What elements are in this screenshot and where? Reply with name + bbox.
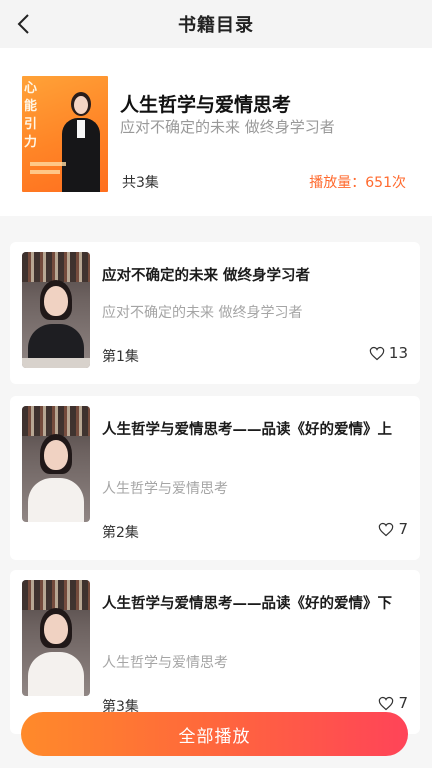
list-item[interactable]: 人生哲学与爱情思考——品读《好的爱情》下 人生哲学与爱情思考 第3集 7: [10, 570, 420, 734]
chevron-left-icon: [17, 14, 29, 34]
episode-subtitle: 人生哲学与爱情思考: [102, 655, 228, 671]
episode-title: 人生哲学与爱情思考——品读《好的爱情》上: [102, 422, 392, 438]
cover-decoration: [30, 162, 66, 166]
page: 书籍目录 心能引力 人生哲学与爱情思考 应对不确定的未来 做终身学习者 共3集 …: [0, 0, 432, 768]
book-subtitle: 应对不确定的未来 做终身学习者: [120, 118, 335, 136]
page-title: 书籍目录: [178, 15, 254, 36]
cover-person: [58, 84, 104, 192]
list-item[interactable]: 人生哲学与爱情思考——品读《好的爱情》上 人生哲学与爱情思考 第2集 7: [10, 396, 420, 560]
cover-decoration: [30, 170, 60, 174]
episode-number: 第1集: [102, 349, 139, 365]
like-count: 13: [388, 344, 408, 362]
heart-icon: [369, 346, 385, 360]
book-cover[interactable]: 心能引力: [22, 76, 108, 192]
like-button[interactable]: 7: [378, 520, 408, 538]
like-count: 7: [398, 520, 408, 538]
episode-count: 共3集: [122, 175, 159, 191]
episode-subtitle: 人生哲学与爱情思考: [102, 481, 228, 497]
like-count: 7: [398, 694, 408, 712]
list-item[interactable]: 应对不确定的未来 做终身学习者 应对不确定的未来 做终身学习者 第1集 13: [10, 242, 420, 384]
top-bar: 书籍目录: [0, 0, 432, 48]
episode-thumbnail: [22, 406, 90, 522]
episode-thumbnail: [22, 252, 90, 368]
episode-number: 第2集: [102, 525, 139, 541]
back-button[interactable]: [10, 10, 38, 38]
play-all-button[interactable]: 全部播放: [21, 712, 408, 756]
episode-subtitle: 应对不确定的未来 做终身学习者: [102, 305, 303, 321]
episode-title: 应对不确定的未来 做终身学习者: [102, 268, 311, 284]
episode-thumbnail: [22, 580, 90, 696]
book-info: 心能引力 人生哲学与爱情思考 应对不确定的未来 做终身学习者 共3集 播放量：6…: [0, 48, 432, 216]
play-count: 播放量：651次: [309, 175, 406, 191]
book-title: 人生哲学与爱情思考: [120, 94, 292, 116]
like-button[interactable]: 13: [369, 344, 408, 362]
cover-text: 心能引力: [24, 81, 38, 150]
episode-title: 人生哲学与爱情思考——品读《好的爱情》下: [102, 596, 392, 612]
like-button[interactable]: 7: [378, 694, 408, 712]
heart-icon: [379, 696, 394, 710]
heart-icon: [379, 522, 394, 536]
